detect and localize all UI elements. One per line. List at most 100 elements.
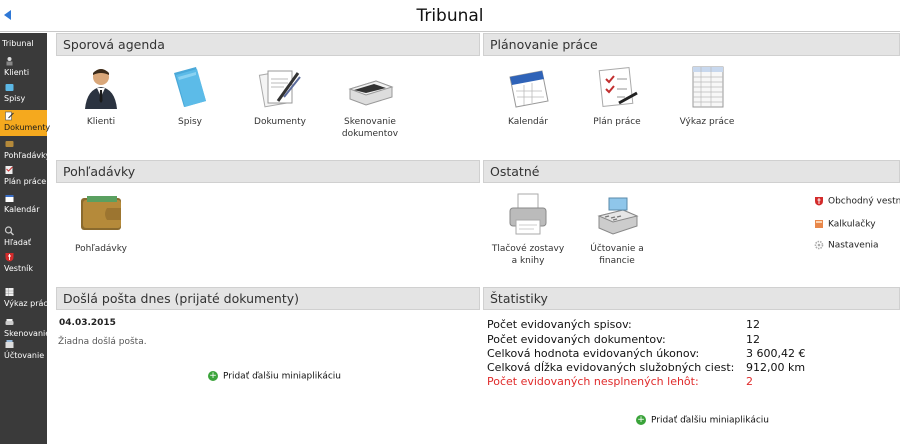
add-icon: +	[208, 371, 218, 381]
add-widget-label: Pridať ďalšiu miniaplikáciu	[651, 415, 769, 426]
sidebar-item-kalendar[interactable]: Kalendár	[0, 192, 47, 218]
sidebar-item-label: Vestník	[4, 264, 34, 273]
search-icon	[4, 226, 14, 236]
link-label: Nastavenia	[828, 240, 879, 251]
accounting-icon	[5, 340, 14, 348]
tile-pohladavky[interactable]: Pohľadávky	[61, 190, 141, 255]
link-label: Obchodný vestník	[828, 196, 900, 207]
worksheet-icon	[692, 66, 724, 108]
calendar-icon	[5, 195, 14, 202]
tile-kalendar[interactable]: Kalendár	[488, 63, 568, 128]
stat-value: 912,00 km	[746, 361, 806, 374]
post-empty-message: Žiadna došlá pošta.	[58, 337, 147, 347]
stat-value: 12	[746, 318, 760, 331]
tile-label: Klienti	[86, 117, 116, 127]
sidebar-item-label: Účtovanie	[4, 351, 45, 360]
panel-header-sporova: Sporová agenda	[56, 33, 480, 56]
stat-label: Celková hodnota evidovaných úkonov:	[487, 347, 700, 360]
add-icon: +	[636, 415, 646, 425]
stat-label: Počet evidovaných nesplnených lehôt:	[487, 375, 699, 388]
stat-value: 2	[746, 375, 753, 388]
tile-label: Tlačové zostavy a knihy	[491, 244, 565, 266]
tile-tlacove-zostavy[interactable]: Tlačové zostavy a knihy	[488, 190, 568, 267]
stat-row: Celková hodnota evidovaných úkonov: 3 60…	[487, 347, 900, 361]
wallet-icon	[81, 196, 121, 230]
sidebar-item-vestnik[interactable]: Vestník	[0, 251, 47, 277]
tile-plan-prace[interactable]: Plán práce	[577, 63, 657, 128]
stat-row: Celková dĺžka evidovaných služobných cie…	[487, 361, 900, 375]
scanner-icon	[348, 80, 394, 106]
folder-icon	[174, 67, 206, 107]
worksheet-icon	[5, 288, 14, 296]
link-nastavenia[interactable]: Nastavenia	[814, 240, 879, 251]
sidebar-item-uctovanie[interactable]: Účtovanie	[0, 338, 47, 364]
sidebar-item-pohladavky[interactable]: Pohľadávky	[0, 138, 51, 164]
sidebar-item-label: Kalendár	[4, 205, 40, 214]
tile-label: Výkaz práce	[679, 117, 735, 127]
gazette-icon	[815, 197, 823, 206]
add-widget-button[interactable]: + Pridať ďalšiu miniaplikáciu	[208, 371, 341, 382]
panel-header-statistiky: Štatistiky	[483, 287, 900, 310]
tile-label: Dokumenty	[254, 117, 306, 127]
tile-skenovanie-dokumentov[interactable]: Skenovanie dokumentov	[330, 63, 410, 140]
stat-value: 3 600,42 €	[746, 347, 806, 360]
stat-row: Počet evidovaných spisov: 12	[487, 318, 900, 332]
sidebar-item-label: Výkaz práce	[4, 299, 53, 308]
sidebar-item-klienti[interactable]: Klienti	[0, 55, 47, 81]
tile-dokumenty[interactable]: Dokumenty	[240, 63, 320, 128]
sidebar-item-dokumenty[interactable]: Dokumenty	[0, 110, 51, 136]
scanner-icon	[5, 319, 14, 325]
client-icon	[6, 57, 13, 66]
stat-row: Počet evidovaných dokumentov: 12	[487, 333, 900, 347]
gear-icon	[814, 240, 824, 250]
documents-icon	[258, 70, 301, 108]
folder-icon	[5, 84, 14, 91]
calendar-icon	[509, 70, 549, 108]
sidebar-item-label: Pohľadávky	[4, 151, 51, 160]
sidebar-item-plan-prace[interactable]: Plán práce	[0, 164, 47, 190]
gazette-icon	[5, 253, 14, 262]
page-title: Tribunal	[416, 6, 484, 26]
sidebar-item-vykaz-prace[interactable]: Výkaz práce	[0, 286, 53, 312]
sidebar-item-label: Dokumenty	[4, 123, 51, 132]
tile-label: Účtovanie a financie	[590, 244, 644, 266]
client-icon	[85, 69, 117, 109]
plan-icon	[598, 66, 638, 108]
panel-header-pohladavky: Pohľadávky	[56, 160, 480, 183]
tile-spisy[interactable]: Spisy	[150, 63, 230, 128]
stat-value: 12	[746, 333, 760, 346]
stat-label: Celková dĺžka evidovaných služobných cie…	[487, 361, 735, 374]
cash-register-icon	[597, 197, 639, 235]
sidebar-item-label: Spisy	[4, 94, 26, 103]
tile-label: Spisy	[178, 117, 202, 127]
documents-icon	[5, 111, 14, 121]
sidebar-item-hladat[interactable]: Hľadať	[0, 225, 47, 251]
title-bar: Tribunal	[0, 0, 900, 32]
sidebar-item-label: Hľadať	[4, 238, 32, 247]
post-date: 04.03.2015	[59, 318, 116, 328]
sidebar-item-label: Klienti	[4, 68, 30, 77]
link-obchodny-vestnik[interactable]: Obchodný vestník	[814, 196, 900, 207]
stat-label: Počet evidovaných dokumentov:	[487, 333, 666, 346]
tile-label: Skenovanie dokumentov	[341, 117, 399, 139]
printer-icon	[509, 193, 547, 235]
sidebar: Tribunal Klienti Spisy Dokumenty Pohľadá…	[0, 33, 53, 444]
link-kalkulacky[interactable]: Kalkulačky	[814, 219, 876, 230]
tile-uctovanie-financie[interactable]: Účtovanie a financie	[577, 190, 657, 267]
add-widget-button-stats[interactable]: + Pridať ďalšiu miniaplikáciu	[636, 415, 769, 426]
tile-vykaz-prace[interactable]: Výkaz práce	[667, 63, 747, 128]
sidebar-header: Tribunal	[2, 39, 34, 48]
tile-label: Pohľadávky	[75, 244, 127, 254]
panel-header-planovanie: Plánovanie práce	[483, 33, 900, 56]
tile-label: Kalendár	[508, 117, 548, 127]
sidebar-item-label: Plán práce	[4, 177, 47, 186]
link-label: Kalkulačky	[828, 219, 876, 230]
panel-header-ostatne: Ostatné	[483, 160, 900, 183]
sidebar-item-spisy[interactable]: Spisy	[0, 81, 47, 107]
plan-icon	[5, 166, 13, 174]
tile-klienti[interactable]: Klienti	[61, 63, 141, 128]
wallet-icon	[5, 141, 14, 147]
tile-label: Plán práce	[593, 117, 641, 127]
stat-row-alert: Počet evidovaných nesplnených lehôt: 2	[487, 375, 900, 389]
calculator-icon	[815, 220, 823, 228]
